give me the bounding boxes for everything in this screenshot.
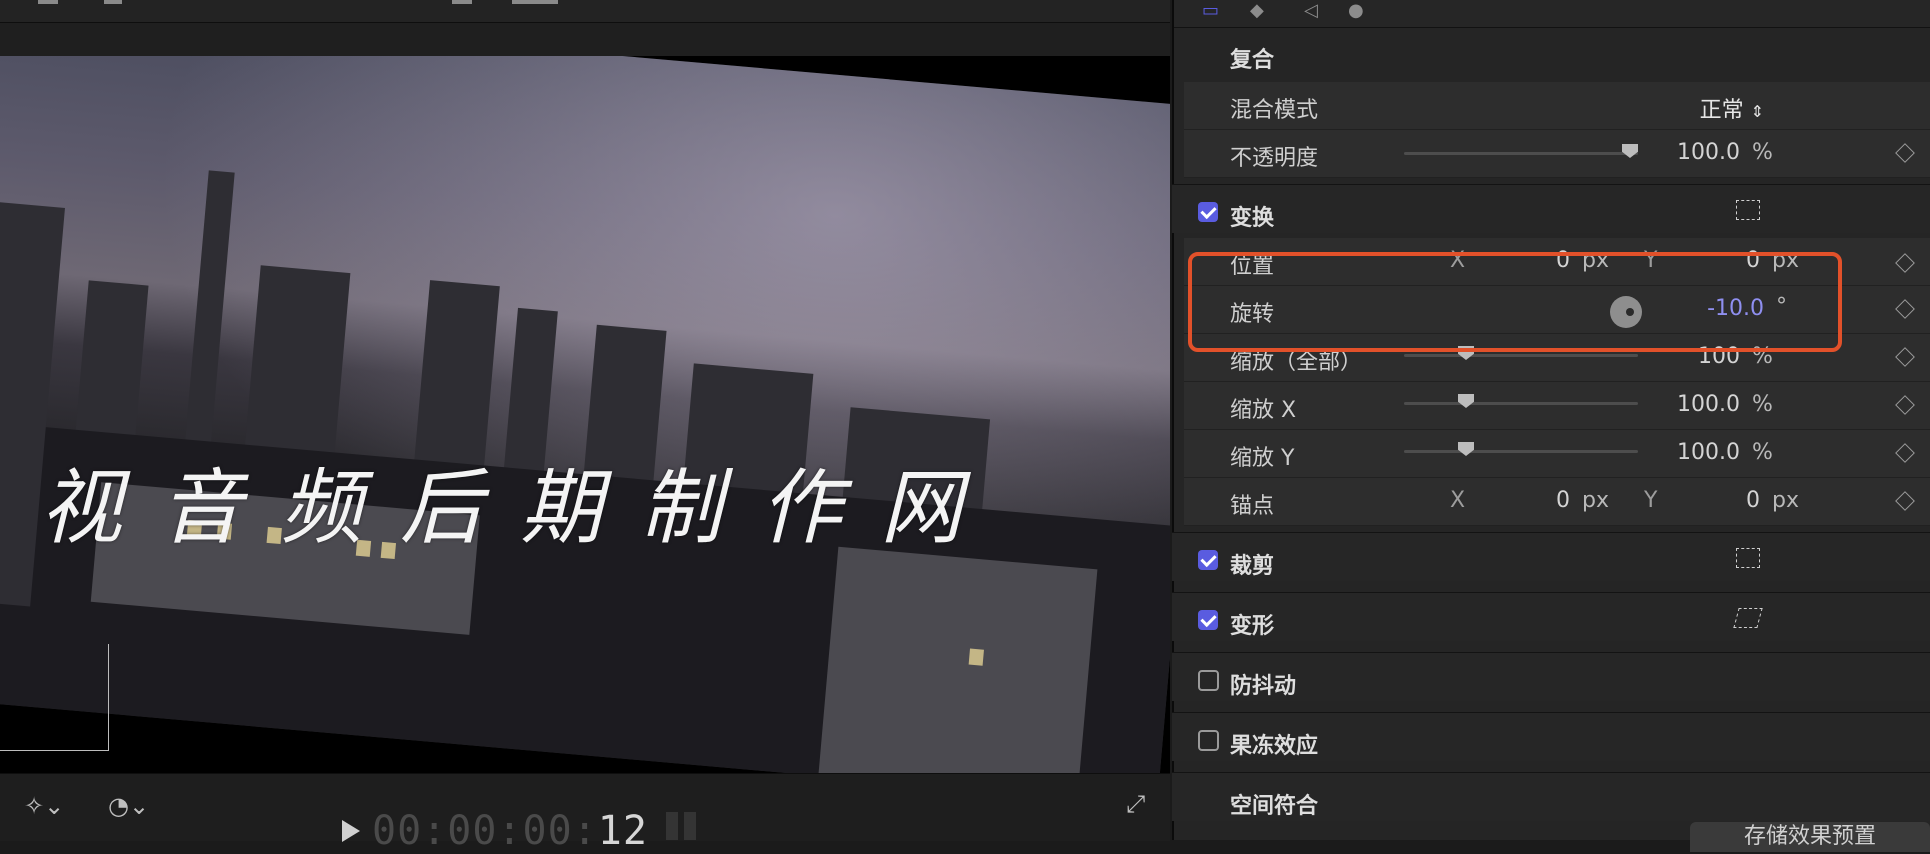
- crop-title: 裁剪: [1230, 554, 1275, 579]
- audio-meter-right: [684, 812, 696, 840]
- toolbar-icon[interactable]: [38, 0, 58, 4]
- viewer-toolbar: [0, 0, 1170, 23]
- anchor-x-value[interactable]: 0: [1510, 488, 1570, 513]
- scale-y-row: [1184, 430, 1930, 478]
- play-icon[interactable]: [342, 820, 360, 842]
- toolbar-icon[interactable]: [452, 0, 472, 4]
- blend-mode-label: 混合模式: [1230, 98, 1319, 123]
- anchor-y-value[interactable]: 0: [1700, 488, 1760, 513]
- opacity-unit: %: [1752, 140, 1773, 165]
- stabilization-checkbox[interactable]: [1198, 670, 1219, 691]
- stabilization-title: 防抖动: [1230, 674, 1297, 699]
- scale-y-slider[interactable]: [1404, 450, 1638, 453]
- opacity-value[interactable]: 100.0: [1660, 140, 1740, 165]
- window-light: [968, 648, 984, 666]
- transform-header: [1172, 184, 1930, 233]
- viewer-panel: 视音频后期制作网 ✧⌄ ◔⌄ ⤢ 00:00:00:12: [0, 0, 1170, 854]
- highlight-annotation: [1188, 252, 1842, 352]
- opacity-slider[interactable]: [1404, 152, 1638, 155]
- transform-title: 变换: [1230, 206, 1275, 231]
- speed-gauge-icon[interactable]: ◔⌄: [108, 792, 149, 820]
- clip-outline: [0, 644, 109, 751]
- select-arrows-icon: ⇕: [1750, 102, 1764, 121]
- audio-meter-left: [666, 812, 678, 840]
- blend-mode-select[interactable]: 正常 ⇕: [1660, 92, 1764, 124]
- distort-header: [1172, 592, 1930, 641]
- timecode-dim: 00:00:00:: [372, 808, 598, 854]
- crop-checkbox[interactable]: [1198, 550, 1218, 570]
- timecode-display: 00:00:00:12: [372, 808, 648, 854]
- anchor-y-axis: Y: [1644, 488, 1658, 513]
- color-tab-icon[interactable]: ◆: [1250, 0, 1264, 21]
- transform-checkbox[interactable]: [1198, 202, 1218, 222]
- compositing-title: 复合: [1230, 48, 1275, 73]
- scale-y-unit: %: [1752, 440, 1773, 465]
- distort-checkbox[interactable]: [1198, 610, 1218, 630]
- magic-wand-icon[interactable]: ✧⌄: [24, 792, 64, 820]
- video-frame: [0, 56, 1170, 773]
- save-effects-preset-button[interactable]: 存储效果预置: [1690, 822, 1930, 852]
- scale-x-value[interactable]: 100.0: [1660, 392, 1740, 417]
- timecode-frames: 12: [597, 808, 648, 854]
- scale-x-unit: %: [1752, 392, 1773, 417]
- rolling-shutter-title: 果冻效应: [1230, 734, 1319, 759]
- scale-y-value[interactable]: 100.0: [1660, 440, 1740, 465]
- toolbar-label: [512, 0, 558, 4]
- watermark-text: 视音频后期制作网: [40, 461, 1000, 556]
- opacity-label: 不透明度: [1230, 146, 1319, 171]
- scale-all-slider[interactable]: [1404, 354, 1638, 357]
- inspector-tabs: ▭ ◆ ◁ ●: [1174, 0, 1930, 28]
- crop-onscreen-icon[interactable]: [1736, 548, 1760, 568]
- anchor-y-unit: px: [1772, 488, 1799, 513]
- anchor-label: 锚点: [1230, 494, 1275, 519]
- anchor-x-unit: px: [1582, 488, 1609, 513]
- video-canvas[interactable]: 视音频后期制作网: [0, 56, 1170, 773]
- distort-title: 变形: [1230, 614, 1275, 639]
- scale-x-slider[interactable]: [1404, 402, 1638, 405]
- fullscreen-icon[interactable]: ⤢: [1126, 790, 1145, 818]
- toolbar-icon[interactable]: [104, 0, 122, 4]
- blend-mode-value: 正常: [1699, 98, 1744, 123]
- building-front: [818, 546, 1098, 773]
- anchor-x-axis: X: [1450, 488, 1466, 513]
- scale-y-label: 缩放 Y: [1230, 446, 1295, 471]
- video-tab-icon[interactable]: ▭: [1202, 0, 1219, 21]
- spatial-conform-title: 空间符合: [1230, 794, 1319, 819]
- viewer-strip: [0, 23, 1170, 56]
- audio-tab-icon[interactable]: ◁: [1304, 0, 1318, 21]
- rolling-shutter-checkbox[interactable]: [1198, 730, 1219, 751]
- crop-header: [1172, 532, 1930, 581]
- transform-onscreen-icon[interactable]: [1736, 200, 1760, 220]
- info-tab-icon[interactable]: ●: [1348, 0, 1364, 21]
- tower: [182, 170, 235, 472]
- scale-x-label: 缩放 X: [1230, 398, 1297, 423]
